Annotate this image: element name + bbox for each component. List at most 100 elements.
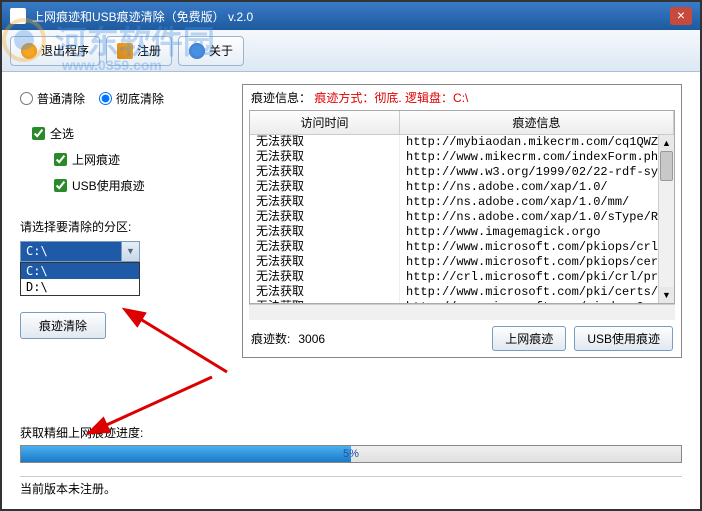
table-row[interactable]: 无法获取http://ns.adobe.com/xap/1.0/sType/Re… xyxy=(250,210,674,225)
status-text: 当前版本未注册。 xyxy=(20,480,116,497)
progress-text: 5% xyxy=(21,446,681,462)
cell-info: http://www.microsoft.com/pkiops/crl/MicW… xyxy=(400,240,674,255)
horizontal-scrollbar[interactable] xyxy=(249,304,675,320)
close-button[interactable]: × xyxy=(670,7,692,25)
radio-normal-label: 普通清除 xyxy=(37,90,85,107)
trace-grid: 访问时间 痕迹信息 无法获取http://mybiaodan.mikecrm.c… xyxy=(249,110,675,304)
web-trace-button[interactable]: 上网痕迹 xyxy=(492,326,566,351)
cell-info: http://mybiaodan.mikecrm.com/cq1QWZ9 xyxy=(400,135,674,150)
checkbox-web-label: 上网痕迹 xyxy=(72,151,120,168)
table-row[interactable]: 无法获取http://www.microsoft.com/pkiops/crl/… xyxy=(250,240,674,255)
radio-normal-input[interactable] xyxy=(20,92,33,105)
cell-info: http://crl.microsoft.com/pki/crl/product… xyxy=(400,270,674,285)
clear-traces-button[interactable]: 痕迹清除 xyxy=(20,312,106,339)
grid-body[interactable]: 无法获取http://mybiaodan.mikecrm.com/cq1QWZ9… xyxy=(250,135,674,303)
scroll-down-icon[interactable]: ▼ xyxy=(659,287,674,303)
divider xyxy=(20,476,682,477)
checkbox-usb-input[interactable] xyxy=(54,179,67,192)
cell-time: 无法获取 xyxy=(250,135,400,150)
table-row[interactable]: 无法获取http://mybiaodan.mikecrm.com/cq1QWZ9 xyxy=(250,135,674,150)
about-label: 关于 xyxy=(209,42,233,59)
radio-normal[interactable]: 普通清除 xyxy=(20,90,85,107)
cell-info: http://www.imagemagick.orgo xyxy=(400,225,674,240)
chevron-down-icon[interactable]: ▼ xyxy=(121,242,139,261)
checkbox-all-input[interactable] xyxy=(32,127,45,140)
table-row[interactable]: 无法获取http://www.microsoft.com/windows0 xyxy=(250,300,674,303)
cell-info: http://ns.adobe.com/xap/1.0/mm/ xyxy=(400,195,674,210)
exit-button[interactable]: 退出程序 xyxy=(10,36,100,66)
partition-dropdown: C:\ D:\ xyxy=(20,262,140,296)
about-button[interactable]: 关于 xyxy=(178,36,244,66)
cell-info: http://ns.adobe.com/xap/1.0/sType/Resour… xyxy=(400,210,674,225)
table-row[interactable]: 无法获取http://ns.adobe.com/xap/1.0/ xyxy=(250,180,674,195)
checkbox-usb-label: USB使用痕迹 xyxy=(72,177,145,194)
cell-time: 无法获取 xyxy=(250,285,400,300)
titlebar: 上网痕迹和USB痕迹清除（免费版） v.2.0 × xyxy=(2,2,700,30)
progress-bar: 5% xyxy=(20,445,682,463)
app-icon xyxy=(10,8,26,24)
checkbox-web-input[interactable] xyxy=(54,153,67,166)
radio-thorough[interactable]: 彻底清除 xyxy=(99,90,164,107)
check-section: 全选 上网痕迹 USB使用痕迹 xyxy=(32,125,220,194)
usb-trace-button[interactable]: USB使用痕迹 xyxy=(574,326,673,351)
toolbar: 退出程序 注册 关于 xyxy=(2,30,700,72)
cell-info: http://www.microsoft.com/windows0 xyxy=(400,300,674,303)
table-row[interactable]: 无法获取http://www.imagemagick.orgo xyxy=(250,225,674,240)
about-icon xyxy=(189,43,205,59)
cell-info: http://www.microsoft.com/pki/certs/MicRo… xyxy=(400,285,674,300)
table-row[interactable]: 无法获取http://www.microsoft.com/pkiops/cert… xyxy=(250,255,674,270)
table-row[interactable]: 无法获取http://ns.adobe.com/xap/1.0/mm/ xyxy=(250,195,674,210)
checkbox-all[interactable]: 全选 xyxy=(32,125,220,142)
cell-time: 无法获取 xyxy=(250,210,400,225)
checkbox-all-label: 全选 xyxy=(50,125,74,142)
content-area: 普通清除 彻底清除 全选 上网痕迹 USB使用痕迹 xyxy=(2,72,700,509)
left-column: 全选 上网痕迹 USB使用痕迹 请选择要清除的分区: C:\ ▼ C:\ D:\ xyxy=(20,125,220,339)
radio-thorough-input[interactable] xyxy=(99,92,112,105)
cell-info: http://www.w3.org/1999/02/22-rdf-syntax-… xyxy=(400,165,674,180)
cell-time: 无法获取 xyxy=(250,240,400,255)
scroll-thumb[interactable] xyxy=(660,151,673,181)
cell-time: 无法获取 xyxy=(250,270,400,285)
cell-time: 无法获取 xyxy=(250,300,400,303)
partition-value: C:\ xyxy=(21,242,121,261)
table-row[interactable]: 无法获取http://www.w3.org/1999/02/22-rdf-syn… xyxy=(250,165,674,180)
trace-count-value: 3006 xyxy=(298,332,484,346)
table-row[interactable]: 无法获取http://crl.microsoft.com/pki/crl/pro… xyxy=(250,270,674,285)
exit-icon xyxy=(21,43,37,59)
register-label: 注册 xyxy=(137,42,161,59)
cell-time: 无法获取 xyxy=(250,165,400,180)
cell-time: 无法获取 xyxy=(250,225,400,240)
grid-header: 访问时间 痕迹信息 xyxy=(250,111,674,135)
column-info[interactable]: 痕迹信息 xyxy=(400,111,674,134)
table-row[interactable]: 无法获取http://www.mikecrm.com/indexForm.php… xyxy=(250,150,674,165)
trace-header: 痕迹信息： 痕迹方式：彻底. 逻辑盘：C:\ xyxy=(243,85,681,110)
cell-time: 无法获取 xyxy=(250,255,400,270)
window-title: 上网痕迹和USB痕迹清除（免费版） v.2.0 xyxy=(32,8,670,25)
exit-label: 退出程序 xyxy=(41,42,89,59)
table-row[interactable]: 无法获取http://www.microsoft.com/pki/certs/M… xyxy=(250,285,674,300)
progress-label: 获取精细上网痕迹进度: xyxy=(20,424,143,441)
register-icon xyxy=(117,43,133,59)
trace-panel: 痕迹信息： 痕迹方式：彻底. 逻辑盘：C:\ 访问时间 痕迹信息 无法获取htt… xyxy=(242,84,682,358)
main-window: 上网痕迹和USB痕迹清除（免费版） v.2.0 × 河东软件园 www.0359… xyxy=(0,0,702,511)
checkbox-web[interactable]: 上网痕迹 xyxy=(54,151,220,168)
cell-time: 无法获取 xyxy=(250,195,400,210)
trace-footer: 痕迹数: 3006 上网痕迹 USB使用痕迹 xyxy=(243,320,681,357)
partition-option-d[interactable]: D:\ xyxy=(21,279,139,295)
cell-time: 无法获取 xyxy=(250,150,400,165)
trace-header-label: 痕迹信息： xyxy=(251,91,311,105)
trace-header-value: 痕迹方式：彻底. 逻辑盘：C:\ xyxy=(314,91,468,105)
scroll-up-icon[interactable]: ▲ xyxy=(659,135,674,151)
column-time[interactable]: 访问时间 xyxy=(250,111,400,134)
radio-thorough-label: 彻底清除 xyxy=(116,90,164,107)
vertical-scrollbar[interactable]: ▲ ▼ xyxy=(658,135,674,303)
partition-option-c[interactable]: C:\ xyxy=(21,263,139,279)
cell-info: http://www.microsoft.com/pkiops/certs/Mi… xyxy=(400,255,674,270)
cell-info: http://ns.adobe.com/xap/1.0/ xyxy=(400,180,674,195)
trace-count-label: 痕迹数: xyxy=(251,330,290,347)
cell-time: 无法获取 xyxy=(250,180,400,195)
checkbox-usb[interactable]: USB使用痕迹 xyxy=(54,177,220,194)
register-button[interactable]: 注册 xyxy=(106,36,172,66)
cell-info: http://www.mikecrm.com/indexForm.php?ref… xyxy=(400,150,674,165)
partition-combo[interactable]: C:\ ▼ C:\ D:\ xyxy=(20,241,140,262)
